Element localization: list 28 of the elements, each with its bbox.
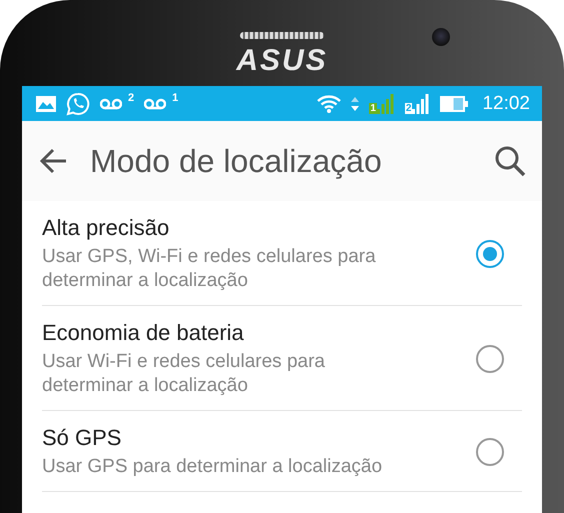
voicemail-icon [100, 98, 122, 110]
battery-icon [440, 96, 468, 112]
signal-icon [376, 94, 395, 114]
wifi-icon [317, 94, 342, 112]
camera-lens [432, 28, 450, 46]
sim-badge: 2 [404, 102, 412, 114]
data-arrows-icon [351, 96, 360, 112]
chat-phone-icon [66, 92, 90, 116]
radio-button[interactable] [476, 438, 504, 466]
search-button[interactable] [494, 145, 526, 177]
option-title: Alta precisão [42, 215, 170, 241]
option-title: Economia de bateria [42, 320, 245, 346]
option-description: Usar GPS para determinar a localização [42, 455, 384, 479]
sim-badge: 1 [369, 102, 377, 114]
voicemail-count: 2 [128, 92, 134, 104]
screen-title: Modo de localização [90, 142, 383, 180]
voicemail-count: 1 [172, 92, 178, 104]
voicemail-icon [144, 98, 166, 110]
brand-logo: ASUS [236, 47, 328, 75]
image-icon [36, 96, 56, 112]
radio-button[interactable] [476, 240, 504, 268]
back-button[interactable] [40, 148, 68, 174]
option-title: Só GPS [42, 425, 122, 451]
option-description: Usar GPS, Wi-Fi e redes celulares para determinar a localização [42, 245, 377, 293]
radio-button[interactable] [476, 345, 504, 373]
option-description: Usar Wi-Fi e redes celulares para determinar a localização [42, 350, 326, 398]
clock-time: 12:02 [482, 92, 530, 114]
signal-icon [412, 94, 430, 114]
